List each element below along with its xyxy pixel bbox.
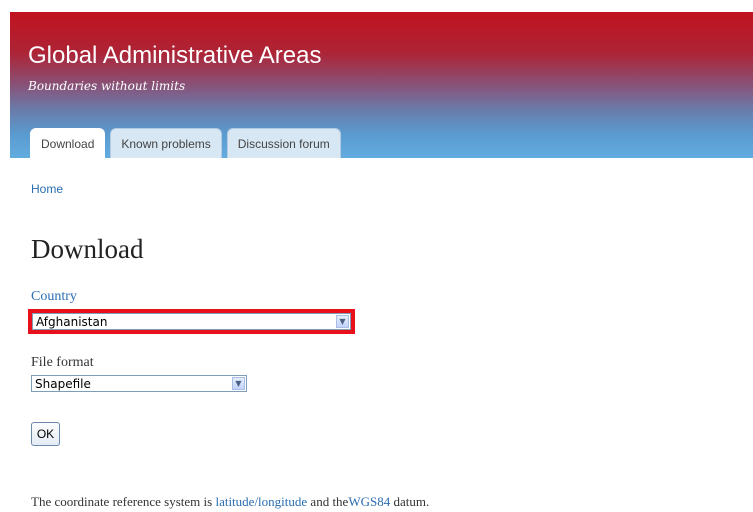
chevron-down-icon[interactable]: ▼ bbox=[232, 377, 245, 390]
primary-tabs: Download Known problems Discussion forum bbox=[30, 128, 341, 158]
file-format-select-value: Shapefile bbox=[35, 377, 91, 391]
file-format-label: File format bbox=[31, 355, 94, 370]
tab-discussion-forum[interactable]: Discussion forum bbox=[226, 128, 341, 158]
file-format-select[interactable]: Shapefile ▼ bbox=[31, 375, 247, 392]
ok-button[interactable]: OK bbox=[31, 422, 60, 446]
breadcrumb-home[interactable]: Home bbox=[31, 182, 63, 196]
wgs84-link[interactable]: WGS84 bbox=[348, 494, 390, 509]
crs-note-text-after: datum. bbox=[390, 494, 430, 509]
site-slogan: Boundaries without limits bbox=[28, 79, 186, 93]
chevron-down-icon[interactable]: ▼ bbox=[336, 315, 349, 328]
country-label: Country bbox=[31, 289, 77, 304]
site-name[interactable]: Global Administrative Areas bbox=[28, 42, 321, 70]
crs-note-text-before: The coordinate reference system is bbox=[31, 494, 216, 509]
tab-download[interactable]: Download bbox=[30, 128, 106, 158]
crs-note-text-middle: and the bbox=[307, 494, 349, 509]
page-title: Download bbox=[31, 234, 144, 264]
country-select[interactable]: Afghanistan ▼ bbox=[32, 313, 351, 330]
tab-known-problems[interactable]: Known problems bbox=[110, 128, 222, 158]
site-header: Global Administrative Areas Boundaries w… bbox=[10, 12, 753, 158]
crs-note: The coordinate reference system is latit… bbox=[31, 494, 429, 510]
country-select-value: Afghanistan bbox=[36, 315, 108, 329]
latlon-link[interactable]: latitude/longitude bbox=[215, 494, 307, 509]
